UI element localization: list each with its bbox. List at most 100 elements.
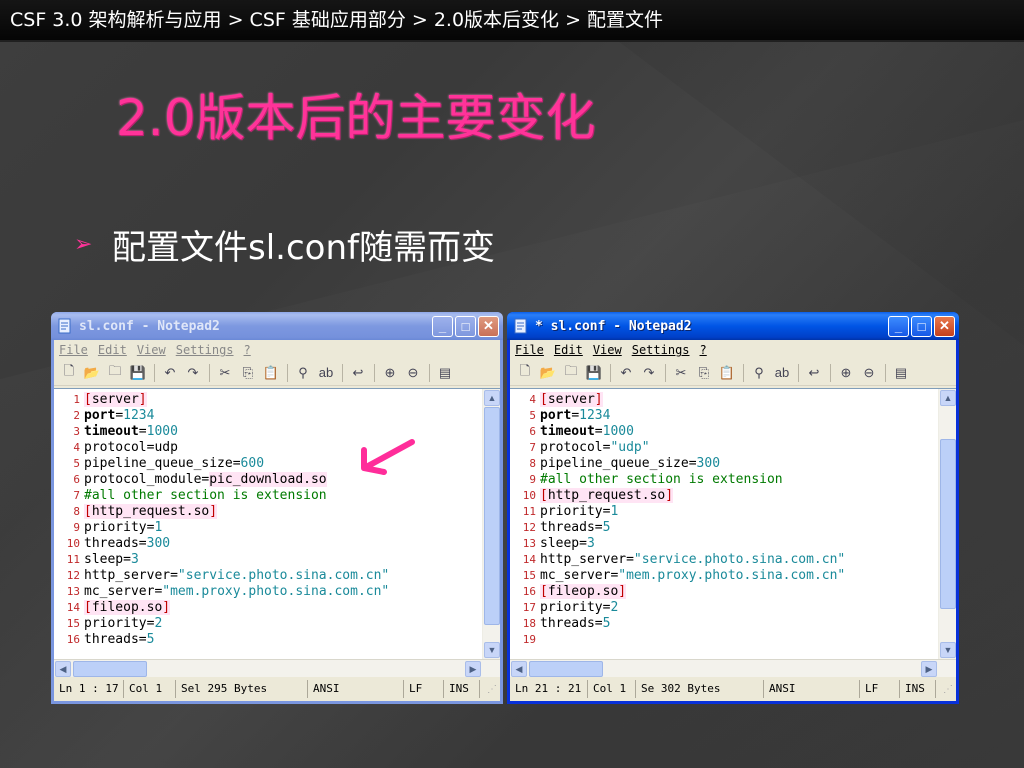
scroll-right-button[interactable]: ▶ <box>921 661 937 677</box>
code-line[interactable]: 13 mc_server="mem.proxy.photo.sina.com.cn… <box>54 583 482 599</box>
menu-view[interactable]: View <box>137 343 166 357</box>
code-line[interactable]: 6 protocol_module=pic_download.so <box>54 471 482 487</box>
editor[interactable]: 1 [server] 2 port=1234 3 timeout=1000 4 protoco… <box>54 388 500 659</box>
hscroll-thumb[interactable] <box>73 661 147 677</box>
horizontal-scrollbar[interactable]: ◀ ▶ <box>510 659 956 677</box>
cut-icon[interactable]: ✂ <box>214 363 236 383</box>
zoom-out-icon[interactable]: ⊖ <box>858 363 880 383</box>
scroll-right-button[interactable]: ▶ <box>465 661 481 677</box>
scroll-up-button[interactable]: ▲ <box>940 390 956 406</box>
code-line[interactable]: 5 pipeline_queue_size=600 <box>54 455 482 471</box>
minimize-button[interactable]: _ <box>432 315 453 337</box>
resize-grip-icon[interactable]: ⋰ <box>936 684 956 695</box>
code-line[interactable]: 12 http_server="service.photo.sina.com.cn… <box>54 567 482 583</box>
scroll-up-button[interactable]: ▲ <box>484 390 500 406</box>
find-icon[interactable]: ⚲ <box>748 363 770 383</box>
paste-icon[interactable]: 📋 <box>260 363 282 383</box>
menu-help[interactable]: ? <box>244 343 251 357</box>
undo-icon[interactable]: ↶ <box>159 363 181 383</box>
save-icon[interactable]: 💾 <box>583 363 605 383</box>
code-line[interactable]: 9 priority=1 <box>54 519 482 535</box>
code-line[interactable]: 18 threads=5 <box>510 615 938 631</box>
menu-settings[interactable]: Settings <box>176 343 234 357</box>
view-icon[interactable]: ▤ <box>434 363 456 383</box>
redo-icon[interactable]: ↷ <box>182 363 204 383</box>
hscroll-thumb[interactable] <box>529 661 603 677</box>
title-bar[interactable]: * sl.conf - Notepad2 _ □ ✕ <box>507 312 959 340</box>
wordwrap-icon[interactable]: ↩ <box>803 363 825 383</box>
code-line[interactable]: 10 [http_request.so] <box>510 487 938 503</box>
menu-view[interactable]: View <box>593 343 622 357</box>
code-line[interactable]: 4 protocol=udp <box>54 439 482 455</box>
close-button[interactable]: ✕ <box>478 315 499 337</box>
open-icon[interactable]: 📂 <box>537 363 559 383</box>
scroll-thumb[interactable] <box>940 439 956 609</box>
menu-edit[interactable]: Edit <box>98 343 127 357</box>
code-line[interactable]: 10 threads=300 <box>54 535 482 551</box>
code-line[interactable]: 16 [fileop.so] <box>510 583 938 599</box>
code-line[interactable]: 1 [server] <box>54 391 482 407</box>
code-line[interactable]: 8 [http_request.so] <box>54 503 482 519</box>
code-line[interactable]: 16 threads=5 <box>54 631 482 647</box>
code-line[interactable]: 19 <box>510 631 938 647</box>
zoom-in-icon[interactable]: ⊕ <box>835 363 857 383</box>
code-line[interactable]: 2 port=1234 <box>54 407 482 423</box>
undo-icon[interactable]: ↶ <box>615 363 637 383</box>
find-icon[interactable]: ⚲ <box>292 363 314 383</box>
paste-icon[interactable]: 📋 <box>716 363 738 383</box>
code-line[interactable]: 8 pipeline_queue_size=300 <box>510 455 938 471</box>
vertical-scrollbar[interactable]: ▲ ▼ <box>482 389 500 659</box>
notepad-window-right[interactable]: * sl.conf - Notepad2 _ □ ✕ File Edit Vie… <box>507 312 959 704</box>
redo-icon[interactable]: ↷ <box>638 363 660 383</box>
code-line[interactable]: 14 http_server="service.photo.sina.com.cn… <box>510 551 938 567</box>
scroll-thumb[interactable] <box>484 407 500 625</box>
copy-icon[interactable]: ⎘ <box>237 363 259 383</box>
new-icon[interactable]: 🗋 <box>58 363 80 383</box>
wordwrap-icon[interactable]: ↩ <box>347 363 369 383</box>
code-line[interactable]: 11 priority=1 <box>510 503 938 519</box>
save-icon[interactable]: 💾 <box>127 363 149 383</box>
scroll-down-button[interactable]: ▼ <box>940 642 956 658</box>
code-line[interactable]: 13 sleep=3 <box>510 535 938 551</box>
menu-edit[interactable]: Edit <box>554 343 583 357</box>
menu-file[interactable]: File <box>515 343 544 357</box>
code-line[interactable]: 17 priority=2 <box>510 599 938 615</box>
code-line[interactable]: 9 #all other section is extension <box>510 471 938 487</box>
replace-icon[interactable]: ab <box>771 363 793 383</box>
scroll-down-button[interactable]: ▼ <box>484 642 500 658</box>
browse-icon[interactable]: 🗀 <box>104 363 126 383</box>
replace-icon[interactable]: ab <box>315 363 337 383</box>
code-line[interactable]: 11 sleep=3 <box>54 551 482 567</box>
maximize-button[interactable]: □ <box>455 315 476 337</box>
cut-icon[interactable]: ✂ <box>670 363 692 383</box>
zoom-out-icon[interactable]: ⊖ <box>402 363 424 383</box>
title-bar[interactable]: sl.conf - Notepad2 _ □ ✕ <box>51 312 503 340</box>
minimize-button[interactable]: _ <box>888 315 909 337</box>
notepad-window-left[interactable]: sl.conf - Notepad2 _ □ ✕ File Edit View … <box>51 312 503 704</box>
code-line[interactable]: 5 port=1234 <box>510 407 938 423</box>
open-icon[interactable]: 📂 <box>81 363 103 383</box>
horizontal-scrollbar[interactable]: ◀ ▶ <box>54 659 500 677</box>
code-line[interactable]: 15 mc_server="mem.proxy.photo.sina.com.cn… <box>510 567 938 583</box>
scroll-left-button[interactable]: ◀ <box>511 661 527 677</box>
editor[interactable]: 4 [server] 5 port=1234 6 timeout=1000 7 protoco… <box>510 388 956 659</box>
menu-settings[interactable]: Settings <box>632 343 690 357</box>
code-line[interactable]: 7 #all other section is extension <box>54 487 482 503</box>
code-line[interactable]: 14 [fileop.so] <box>54 599 482 615</box>
resize-grip-icon[interactable]: ⋰ <box>480 684 500 695</box>
browse-icon[interactable]: 🗀 <box>560 363 582 383</box>
code-line[interactable]: 4 [server] <box>510 391 938 407</box>
vertical-scrollbar[interactable]: ▲ ▼ <box>938 389 956 659</box>
menu-file[interactable]: File <box>59 343 88 357</box>
code-line[interactable]: 7 protocol="udp" <box>510 439 938 455</box>
view-icon[interactable]: ▤ <box>890 363 912 383</box>
zoom-in-icon[interactable]: ⊕ <box>379 363 401 383</box>
menu-help[interactable]: ? <box>700 343 707 357</box>
code-line[interactable]: 15 priority=2 <box>54 615 482 631</box>
maximize-button[interactable]: □ <box>911 315 932 337</box>
new-icon[interactable]: 🗋 <box>514 363 536 383</box>
close-button[interactable]: ✕ <box>934 315 955 337</box>
code-line[interactable]: 6 timeout=1000 <box>510 423 938 439</box>
code-line[interactable]: 3 timeout=1000 <box>54 423 482 439</box>
code-line[interactable]: 12 threads=5 <box>510 519 938 535</box>
